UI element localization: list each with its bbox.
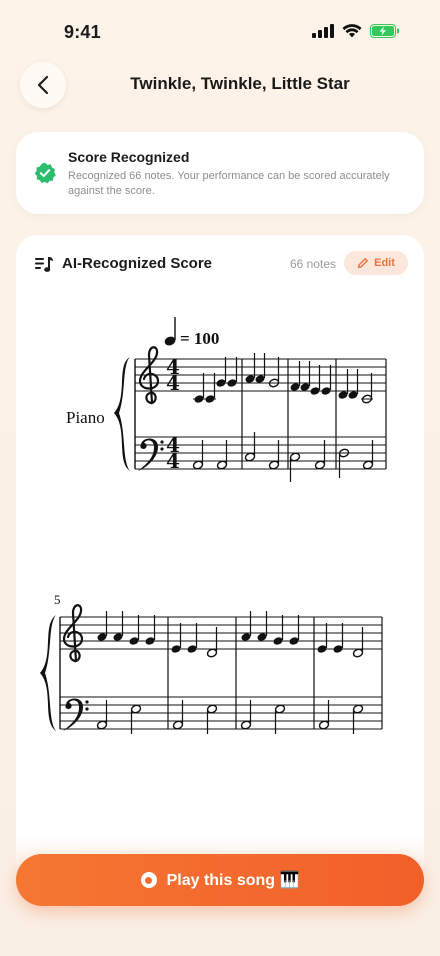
check-badge-icon bbox=[34, 162, 56, 184]
notes-count: 66 notes bbox=[289, 257, 336, 271]
instrument-label: Piano bbox=[66, 408, 105, 427]
back-chevron-icon bbox=[37, 75, 49, 95]
play-song-label: Play this song 🎹 bbox=[166, 872, 300, 889]
edit-label: Edit bbox=[374, 257, 395, 269]
page-title: Twinkle, Twinkle, Little Star bbox=[130, 74, 350, 93]
wifi-icon bbox=[342, 24, 362, 38]
treble-notes-m4 bbox=[338, 369, 373, 404]
treble-notes-m8 bbox=[317, 623, 364, 658]
banner-title: Score Recognized bbox=[68, 149, 190, 165]
back-button[interactable] bbox=[20, 62, 66, 108]
battery-icon bbox=[370, 24, 399, 38]
sheet-music: = 100 Piano 4 4 4 4 5 bbox=[40, 317, 387, 734]
system-2: 5 bbox=[40, 592, 383, 734]
banner-description: Recognized 66 notes. Your performance ca… bbox=[68, 170, 390, 197]
tempo-value: = 100 bbox=[180, 329, 219, 348]
svg-text:4: 4 bbox=[166, 449, 180, 473]
svg-text:4: 4 bbox=[166, 371, 180, 395]
record-icon bbox=[140, 872, 157, 888]
system-1: Piano 4 4 4 4 bbox=[66, 346, 387, 482]
pencil-icon bbox=[357, 258, 369, 269]
bass-staff-2 bbox=[60, 696, 382, 730]
page: 9:41 Twinkle, Twinkle, Little Star Score… bbox=[0, 0, 440, 956]
treble-staff-2 bbox=[60, 616, 382, 650]
tempo-marking: = 100 bbox=[164, 317, 219, 348]
signal-icon bbox=[312, 24, 334, 38]
bass-clef-2 bbox=[63, 698, 89, 731]
music-list-icon bbox=[35, 257, 53, 272]
status-bar: 9:41 bbox=[0, 0, 440, 62]
bass-notes-s1 bbox=[192, 432, 374, 482]
play-song-button[interactable]: Play this song 🎹 bbox=[16, 854, 424, 906]
edit-button[interactable]: Edit bbox=[344, 251, 408, 275]
treble-notes-m1 bbox=[193, 357, 238, 403]
status-icons bbox=[312, 24, 400, 38]
grand-staff-brace bbox=[114, 357, 130, 471]
score-card: AI-Recognized Score 66 notes Edit = 100 bbox=[16, 235, 424, 875]
card-title: AI-Recognized Score bbox=[62, 255, 213, 272]
bass-clef-1 bbox=[138, 438, 164, 471]
recognition-banner: Score Recognized Recognized 66 notes. Yo… bbox=[16, 132, 424, 214]
treble-notes-m6 bbox=[171, 623, 218, 658]
status-time: 9:41 bbox=[64, 22, 101, 42]
measure-number: 5 bbox=[54, 592, 61, 607]
